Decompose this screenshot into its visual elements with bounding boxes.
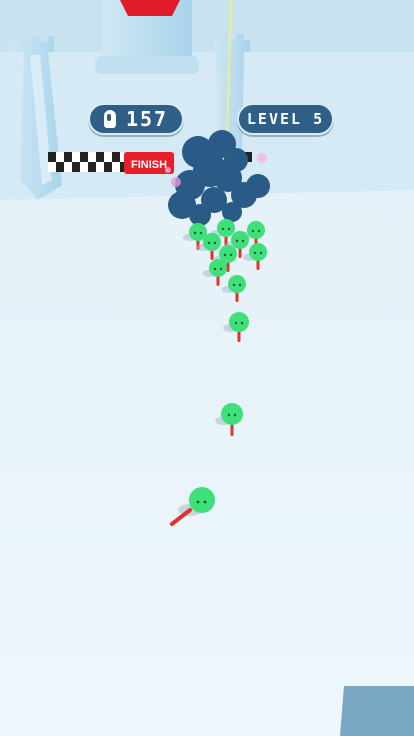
level-indicator-pill: LEVEL 5 bbox=[237, 103, 334, 135]
central-tower bbox=[95, 0, 199, 74]
sky-band bbox=[0, 0, 414, 55]
finish-label: FINISH bbox=[131, 159, 167, 171]
player-count: 157 bbox=[125, 107, 169, 131]
castle-roof bbox=[120, 0, 180, 16]
game-world: FINISH bbox=[0, 0, 414, 736]
game-scene[interactable]: FINISH 157 LEVEL 5 bbox=[0, 0, 414, 736]
ground-edge bbox=[340, 686, 414, 736]
player-counter-pill: 157 bbox=[88, 103, 184, 135]
level-label: LEVEL 5 bbox=[246, 110, 325, 128]
person-icon bbox=[103, 110, 116, 128]
